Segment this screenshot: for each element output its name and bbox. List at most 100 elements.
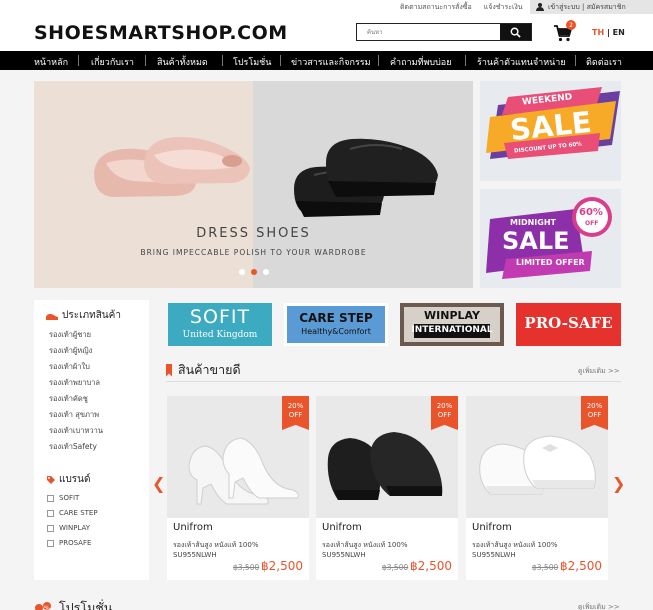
category-item[interactable]: รองเท้าเบาหวาน xyxy=(49,425,103,437)
product-desc-line1: รองเท้าส้นสูง หนังแท้ 100% xyxy=(472,541,558,549)
weekend-sale-banner[interactable]: WEEKEND SALE DISCOUNT UP TO 60% xyxy=(480,81,621,181)
sofit-name: SOFIT xyxy=(189,306,251,328)
brand-filter-winplay[interactable]: WINPLAY xyxy=(47,524,90,532)
brand-filter-label: SOFIT xyxy=(59,494,80,502)
lang-en[interactable]: EN xyxy=(613,28,625,37)
brand-filter-carestep[interactable]: CARE STEP xyxy=(47,509,98,517)
carousel-next-icon[interactable]: ❯ xyxy=(612,474,625,493)
main-nav: หน้าหลัก เกี่ยวกับเรา สินค้าทั้งหมด โปรโ… xyxy=(0,51,653,70)
search-box xyxy=(356,23,532,41)
brand-filter-prosafe[interactable]: PROSAFE xyxy=(47,539,91,547)
slide-dot-active[interactable] xyxy=(251,269,257,275)
category-icon xyxy=(46,313,58,320)
discount-off: OFF xyxy=(437,411,452,419)
promotion-heading: % โปรโมชั่น xyxy=(34,598,112,610)
bookmark-icon xyxy=(166,363,172,377)
order-status-link[interactable]: ติดตามสถานะการสั่งซื้อ xyxy=(400,2,472,13)
discount-badge: 20% OFF xyxy=(282,396,309,430)
sixty-percent-label: 60% xyxy=(579,207,603,218)
category-item[interactable]: รองเท้าผ้าใบ xyxy=(49,361,90,373)
midnight-sale-label: SALE xyxy=(502,227,570,255)
nav-divider xyxy=(145,55,146,66)
site-logo[interactable]: SHOESMARTSHOP.COM xyxy=(34,22,288,44)
nav-divider xyxy=(465,55,466,66)
nav-dealers[interactable]: ร้านค้าตัวแทนจำหน่าย xyxy=(477,55,566,69)
product-price: ฿2,500 xyxy=(560,559,602,573)
brand-logo-prosafe[interactable]: PRO-SAFE xyxy=(516,303,621,346)
sidebar: ประเภทสินค้า รองเท้าผู้ชาย รองเท้าผู้หญิ… xyxy=(34,300,149,580)
checkbox[interactable] xyxy=(47,509,54,517)
product-card[interactable]: 20% OFF Unifrom รองเท้าส้นสูง หนังแท้ 100… xyxy=(316,396,458,580)
discount-off: OFF xyxy=(587,411,602,419)
percent-tag-icon: % xyxy=(35,602,51,610)
category-item[interactable]: รองเท้าSafety xyxy=(49,441,97,453)
search-input[interactable] xyxy=(357,24,500,40)
login-register-link[interactable]: เข้าสู่ระบบ | สมัครสมาชิก xyxy=(530,0,653,14)
category-item[interactable]: รองเท้าพยาบาล xyxy=(49,377,100,389)
slide-dot[interactable] xyxy=(263,269,269,275)
carousel-prev-icon[interactable]: ❮ xyxy=(152,474,165,493)
nav-all-products[interactable]: สินค้าทั้งหมด xyxy=(157,55,208,69)
carestep-sub: Healthy&Comfort xyxy=(301,327,371,336)
category-item[interactable]: รองเท้าคัดชู xyxy=(49,393,88,405)
lang-th[interactable]: TH xyxy=(592,28,604,37)
nav-promotions[interactable]: โปรโมชั่น xyxy=(233,55,271,69)
brand-heading: แบรนด์ xyxy=(46,472,91,487)
brand-filter-sofit[interactable]: SOFIT xyxy=(47,494,79,502)
category-item[interactable]: รองเท้าผู้หญิง xyxy=(49,345,92,357)
ballet-flats-image xyxy=(94,136,250,197)
carestep-name: CARE STEP xyxy=(299,311,373,325)
product-card[interactable]: 20% OFF Unifrom รองเท้าส้นสูง หนังแท้ 100… xyxy=(167,396,309,580)
promotion-more-link[interactable]: ดูเพิ่มเติม >> xyxy=(578,602,620,610)
search-button[interactable] xyxy=(500,24,531,40)
off-label: OFF xyxy=(585,220,599,227)
nav-divider xyxy=(280,55,281,66)
brand-logo-carestep[interactable]: CARE STEP Healthy&Comfort xyxy=(284,303,388,346)
header: SHOESMARTSHOP.COM 2 TH | EN xyxy=(0,14,653,51)
category-item[interactable]: รองเท้า สุขภาพ xyxy=(49,409,99,421)
payment-link[interactable]: แจ้งชำระเงิน xyxy=(484,2,523,13)
nav-faq[interactable]: คำถามที่พบบ่อย xyxy=(390,55,451,69)
slide-dot[interactable] xyxy=(239,269,245,275)
product-sku: SU955NLWH xyxy=(322,551,366,559)
winplay-sub: INTERNATIONAL xyxy=(411,325,493,335)
prosafe-name: PRO-SAFE xyxy=(524,314,613,332)
product-brand: Unifrom xyxy=(173,522,213,533)
user-icon xyxy=(536,3,544,11)
nav-home[interactable]: หน้าหลัก xyxy=(34,55,68,69)
product-brand: Unifrom xyxy=(472,522,512,533)
banner-title: DRESS SHOES xyxy=(196,226,311,241)
hero-banner[interactable]: DRESS SHOES BRING IMPECCABLE POLISH TO Y… xyxy=(34,81,473,288)
category-item[interactable]: รองเท้าผู้ชาย xyxy=(49,329,91,341)
brand-filter-label: PROSAFE xyxy=(59,539,92,547)
loafers-image xyxy=(294,138,438,217)
nav-divider xyxy=(78,55,79,66)
product-description: รองเท้าส้นสูง หนังแท้ 100% SU955NLWH xyxy=(472,540,557,560)
nav-about[interactable]: เกี่ยวกับเรา xyxy=(91,55,134,69)
midnight-sale-banner[interactable]: MIDNIGHT SALE 60% OFF LIMITED OFFER xyxy=(480,189,621,288)
tag-icon xyxy=(47,475,55,484)
product-desc-line1: รองเท้าส้นสูง หนังแท้ 100% xyxy=(322,541,408,549)
winplay-name: WINPLAY xyxy=(424,309,480,322)
brand-logo-winplay[interactable]: WINPLAY INTERNATIONAL xyxy=(400,303,504,346)
product-description: รองเท้าส้นสูง หนังแท้ 100% SU955NLWH xyxy=(173,540,258,560)
checkbox[interactable] xyxy=(47,524,54,532)
product-old-price: ฿3,500 xyxy=(532,563,559,572)
brand-title: แบรนด์ xyxy=(59,474,91,485)
bestseller-heading: สินค้าขายดี xyxy=(166,360,241,380)
nav-contact[interactable]: ติดต่อเรา xyxy=(586,55,622,69)
discount-percent: 20% xyxy=(287,402,304,410)
product-card[interactable]: 20% OFF Unifrom รองเท้าส้นสูง หนังแท้ 100… xyxy=(466,396,608,580)
checkbox[interactable] xyxy=(47,494,54,502)
midnight-label: MIDNIGHT xyxy=(510,218,556,227)
search-icon xyxy=(510,27,521,38)
product-sku: SU955NLWH xyxy=(472,551,516,559)
bestseller-more-link[interactable]: ดูเพิ่มเติม >> xyxy=(578,366,620,377)
limited-offer-label: LIMITED OFFER xyxy=(516,258,585,267)
discount-percent: 20% xyxy=(586,402,603,410)
nav-news[interactable]: ข่าวสารและกิจกรรม xyxy=(291,55,371,69)
discount-badge: 20% OFF xyxy=(431,396,458,430)
checkbox[interactable] xyxy=(47,539,54,547)
brand-logo-sofit[interactable]: SOFIT United Kingdom xyxy=(168,303,272,346)
discount-off: OFF xyxy=(288,411,303,419)
